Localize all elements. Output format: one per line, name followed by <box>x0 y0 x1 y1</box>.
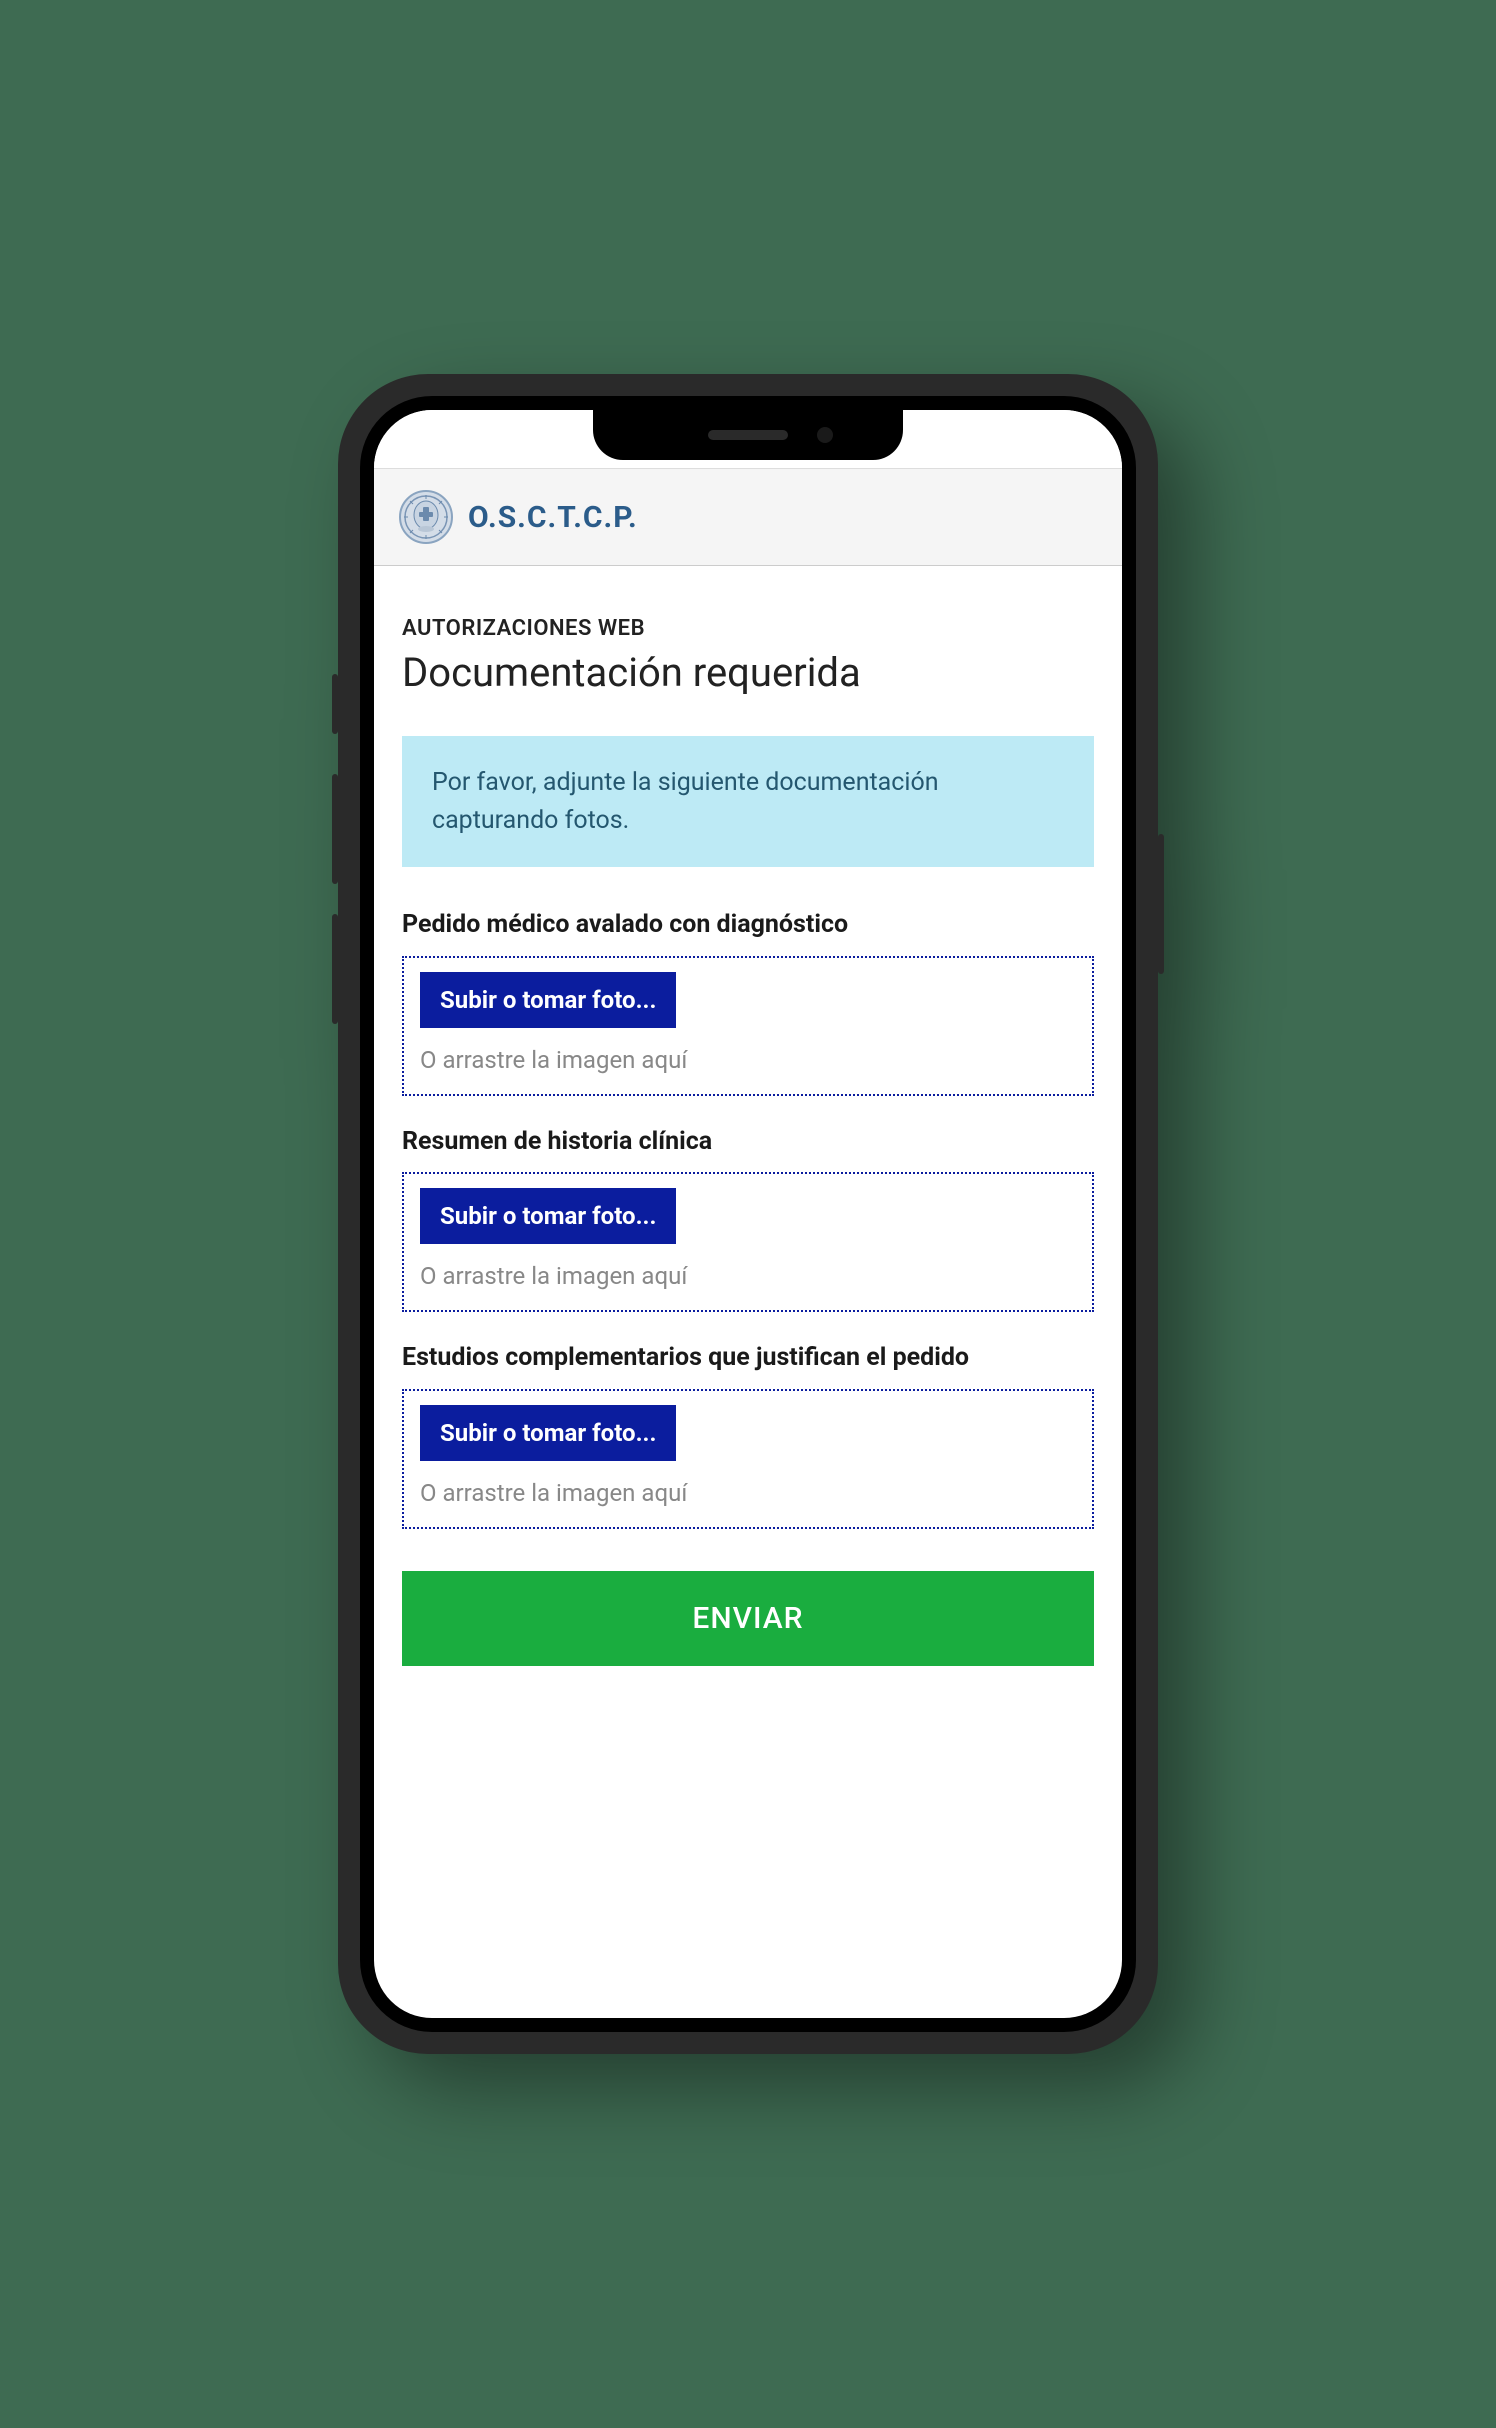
upload-button-medical-order[interactable]: Subir o tomar foto... <box>420 972 676 1028</box>
info-box: Por favor, adjunte la siguiente document… <box>402 736 1094 867</box>
drag-hint: O arrastre la imagen aquí <box>420 1262 1076 1290</box>
section-label: AUTORIZACIONES WEB <box>402 616 1094 641</box>
phone-notch <box>593 410 903 460</box>
upload-button-clinical-history[interactable]: Subir o tomar foto... <box>420 1188 676 1244</box>
phone-frame: O.S.C.T.C.P. AUTORIZACIONES WEB Document… <box>338 374 1158 2054</box>
dropzone-clinical-history[interactable]: Subir o tomar foto... O arrastre la imag… <box>402 1172 1094 1312</box>
main-content: AUTORIZACIONES WEB Documentación requeri… <box>374 566 1122 2018</box>
phone-volume-down <box>332 914 338 1024</box>
app-title: O.S.C.T.C.P. <box>468 500 638 535</box>
dropzone-complementary-studies[interactable]: Subir o tomar foto... O arrastre la imag… <box>402 1389 1094 1529</box>
drag-hint: O arrastre la imagen aquí <box>420 1046 1076 1074</box>
app-logo-icon <box>398 489 454 545</box>
phone-power-button <box>1158 834 1164 974</box>
page-title: Documentación requerida <box>402 649 1094 696</box>
upload-group-clinical-history: Resumen de historia clínica Subir o toma… <box>402 1126 1094 1313</box>
info-text: Por favor, adjunte la siguiente document… <box>432 764 1064 839</box>
upload-label: Estudios complementarios que justifican … <box>402 1342 1094 1375</box>
submit-button[interactable]: ENVIAR <box>402 1571 1094 1666</box>
upload-group-complementary-studies: Estudios complementarios que justifican … <box>402 1342 1094 1529</box>
phone-volume-up <box>332 774 338 884</box>
upload-button-complementary-studies[interactable]: Subir o tomar foto... <box>420 1405 676 1461</box>
upload-label: Resumen de historia clínica <box>402 1126 1094 1159</box>
upload-label: Pedido médico avalado con diagnóstico <box>402 909 1094 942</box>
drag-hint: O arrastre la imagen aquí <box>420 1479 1076 1507</box>
app-header: O.S.C.T.C.P. <box>374 468 1122 566</box>
dropzone-medical-order[interactable]: Subir o tomar foto... O arrastre la imag… <box>402 956 1094 1096</box>
upload-group-medical-order: Pedido médico avalado con diagnóstico Su… <box>402 909 1094 1096</box>
phone-mute-switch <box>332 674 338 734</box>
